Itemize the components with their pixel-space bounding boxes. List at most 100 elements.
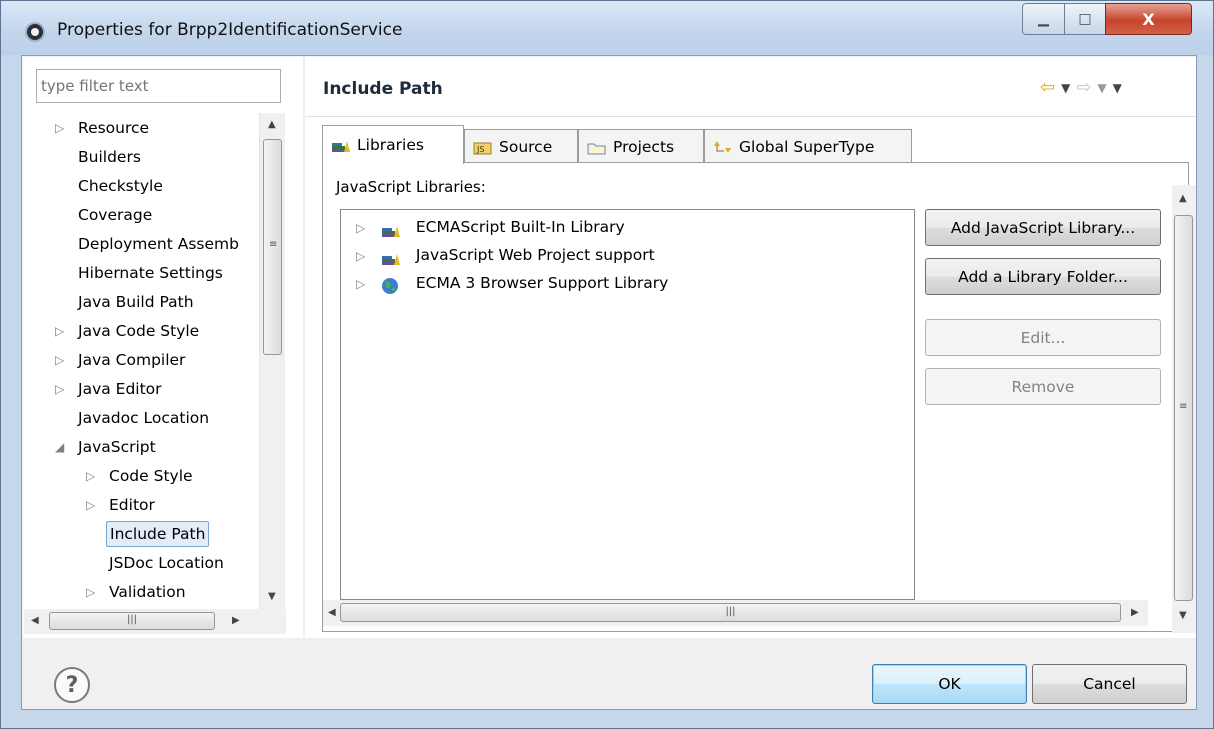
- expand-arrow-icon[interactable]: ▷: [86, 579, 100, 605]
- scroll-right-icon[interactable]: ▶: [232, 615, 240, 626]
- scrollbar-thumb[interactable]: ≡: [263, 139, 282, 355]
- expand-arrow-icon[interactable]: ▷: [55, 376, 69, 402]
- view-menu-icon[interactable]: ▼: [1113, 81, 1122, 95]
- tab-source[interactable]: JS Source: [464, 129, 578, 163]
- scrollbar-thumb[interactable]: |||: [340, 603, 1121, 622]
- expand-arrow-icon[interactable]: ▷: [86, 463, 100, 489]
- section-label: JavaScript Libraries:: [336, 178, 486, 196]
- remove-button[interactable]: Remove: [925, 368, 1161, 405]
- title-bar[interactable]: Properties for Brpp2IdentificationServic…: [1, 1, 1213, 55]
- projects-folder-icon: [587, 140, 606, 154]
- tree-item-label: Javadoc Location: [78, 409, 210, 427]
- libraries-tab-content: JavaScript Libraries: ▷ ECMAScript Built…: [322, 162, 1189, 632]
- forward-arrow-icon[interactable]: ⇨: [1076, 77, 1091, 98]
- grip-icon: ≡: [269, 239, 278, 250]
- library-label: ECMA 3 Browser Support Library: [415, 274, 669, 292]
- help-icon[interactable]: ?: [54, 667, 90, 703]
- cancel-button[interactable]: Cancel: [1032, 664, 1187, 704]
- page-header: Include Path ⇦ ▼ ⇨ ▼ ▼: [305, 57, 1196, 117]
- expand-arrow-icon[interactable]: ▷: [86, 492, 100, 518]
- history-navigation: ⇦ ▼ ⇨ ▼ ▼: [1040, 77, 1122, 98]
- svg-text:JS: JS: [476, 145, 484, 154]
- tree-item-label: Checkstyle: [78, 177, 163, 195]
- grip-icon: ≡: [1179, 401, 1188, 412]
- eclipse-icon: [25, 22, 45, 42]
- tree-item-label: Coverage: [78, 206, 153, 224]
- preference-tree[interactable]: ▷ Resource Builders Checkstyle Coverage Deplo…: [23, 113, 285, 609]
- filter-input[interactable]: [36, 69, 281, 103]
- list-item[interactable]: ▷ ECMA 3 Browser Support Library: [356, 269, 668, 297]
- tree-item-label: Validation: [109, 583, 186, 601]
- scroll-right-icon[interactable]: ▶: [1131, 607, 1139, 618]
- library-list[interactable]: ▷ ECMAScript Built-In Library ▷ JavaScri…: [340, 209, 915, 600]
- tab-label: Source: [499, 137, 553, 156]
- tree-item-label: Resource: [78, 119, 150, 137]
- expand-arrow-icon[interactable]: ▷: [55, 115, 69, 141]
- tree-item-label: Java Compiler: [78, 351, 186, 369]
- tab-projects[interactable]: Projects: [578, 129, 704, 163]
- tree-item-label: Include Path: [106, 521, 210, 547]
- add-library-folder-button[interactable]: Add a Library Folder...: [925, 258, 1161, 295]
- tree-item-label: JSDoc Location: [109, 554, 224, 572]
- tab-libraries[interactable]: Libraries: [322, 125, 464, 164]
- maximize-button[interactable]: □: [1064, 3, 1106, 35]
- add-javascript-library-button[interactable]: Add JavaScript Library...: [925, 209, 1161, 246]
- tree-item-label: Java Code Style: [78, 322, 200, 340]
- expand-arrow-icon[interactable]: ▷: [55, 318, 69, 344]
- expand-arrow-icon[interactable]: ▷: [356, 214, 376, 242]
- libraries-icon: [331, 138, 350, 152]
- property-page: Include Path ⇦ ▼ ⇨ ▼ ▼ Libraries JS Sour…: [305, 57, 1196, 638]
- globe-icon: [381, 276, 403, 294]
- global-supertype-icon: [713, 140, 731, 154]
- tree-item-label: Java Build Path: [78, 293, 194, 311]
- back-dropdown-icon[interactable]: ▼: [1061, 81, 1070, 95]
- close-button[interactable]: X: [1105, 3, 1192, 35]
- window-title: Properties for Brpp2IdentificationServic…: [57, 20, 403, 40]
- tree-item-label: Editor: [109, 496, 155, 514]
- ok-button[interactable]: OK: [872, 664, 1027, 704]
- dialog-client-area: ▷ Resource Builders Checkstyle Coverage Deplo…: [21, 55, 1197, 710]
- library-icon: [381, 248, 403, 265]
- properties-dialog: Properties for Brpp2IdentificationServic…: [0, 0, 1214, 729]
- list-item[interactable]: ▷ ECMAScript Built-In Library: [356, 213, 625, 241]
- tree-item-label: Code Style: [109, 467, 193, 485]
- expand-arrow-icon[interactable]: ▷: [356, 270, 376, 298]
- tree-item-label: Deployment Assemb: [78, 235, 239, 253]
- forward-dropdown-icon[interactable]: ▼: [1097, 81, 1106, 95]
- library-label: ECMAScript Built-In Library: [415, 218, 625, 236]
- grip-icon: |||: [126, 614, 138, 625]
- scrollbar-thumb[interactable]: |||: [49, 612, 215, 630]
- edit-button[interactable]: Edit...: [925, 319, 1161, 356]
- minimize-button[interactable]: ▁: [1022, 3, 1065, 35]
- scroll-down-icon[interactable]: ▼: [268, 591, 276, 602]
- scroll-down-icon[interactable]: ▼: [1179, 610, 1187, 621]
- dialog-footer: ? OK Cancel: [22, 640, 1196, 709]
- source-folder-icon: JS: [473, 140, 492, 154]
- library-icon: [381, 220, 403, 237]
- tab-global-supertype[interactable]: Global SuperType: [704, 129, 912, 163]
- tree-item-label: JavaScript: [78, 438, 156, 456]
- list-item[interactable]: ▷ JavaScript Web Project support: [356, 241, 655, 269]
- grip-icon: |||: [725, 606, 736, 617]
- expand-arrow-icon[interactable]: ▷: [356, 242, 376, 270]
- maximize-icon: □: [1078, 11, 1092, 27]
- page-vertical-scrollbar[interactable]: ▲ ≡ ▼: [1172, 185, 1196, 633]
- tab-label: Global SuperType: [739, 137, 875, 156]
- scrollbar-thumb[interactable]: ≡: [1174, 215, 1193, 601]
- tree-horizontal-scrollbar[interactable]: ◀ ||| ▶: [24, 609, 286, 634]
- library-label: JavaScript Web Project support: [415, 246, 655, 264]
- collapse-arrow-icon[interactable]: ◢: [55, 434, 69, 460]
- tab-label: Projects: [613, 137, 675, 156]
- close-icon: X: [1142, 9, 1155, 29]
- scroll-left-icon[interactable]: ◀: [328, 607, 336, 618]
- scroll-left-icon[interactable]: ◀: [31, 615, 39, 626]
- tree-vertical-scrollbar[interactable]: ▲ ≡ ▼: [259, 113, 285, 609]
- expand-arrow-icon[interactable]: ▷: [55, 347, 69, 373]
- scroll-up-icon[interactable]: ▲: [1179, 193, 1187, 204]
- scroll-up-icon[interactable]: ▲: [268, 119, 276, 130]
- back-arrow-icon[interactable]: ⇦: [1040, 77, 1055, 98]
- tab-label: Libraries: [357, 136, 424, 154]
- preference-tree-panel: ▷ Resource Builders Checkstyle Coverage Deplo…: [23, 57, 303, 638]
- tree-item-label: Builders: [78, 148, 141, 166]
- library-horizontal-scrollbar[interactable]: ◀ ||| ▶: [323, 600, 1148, 626]
